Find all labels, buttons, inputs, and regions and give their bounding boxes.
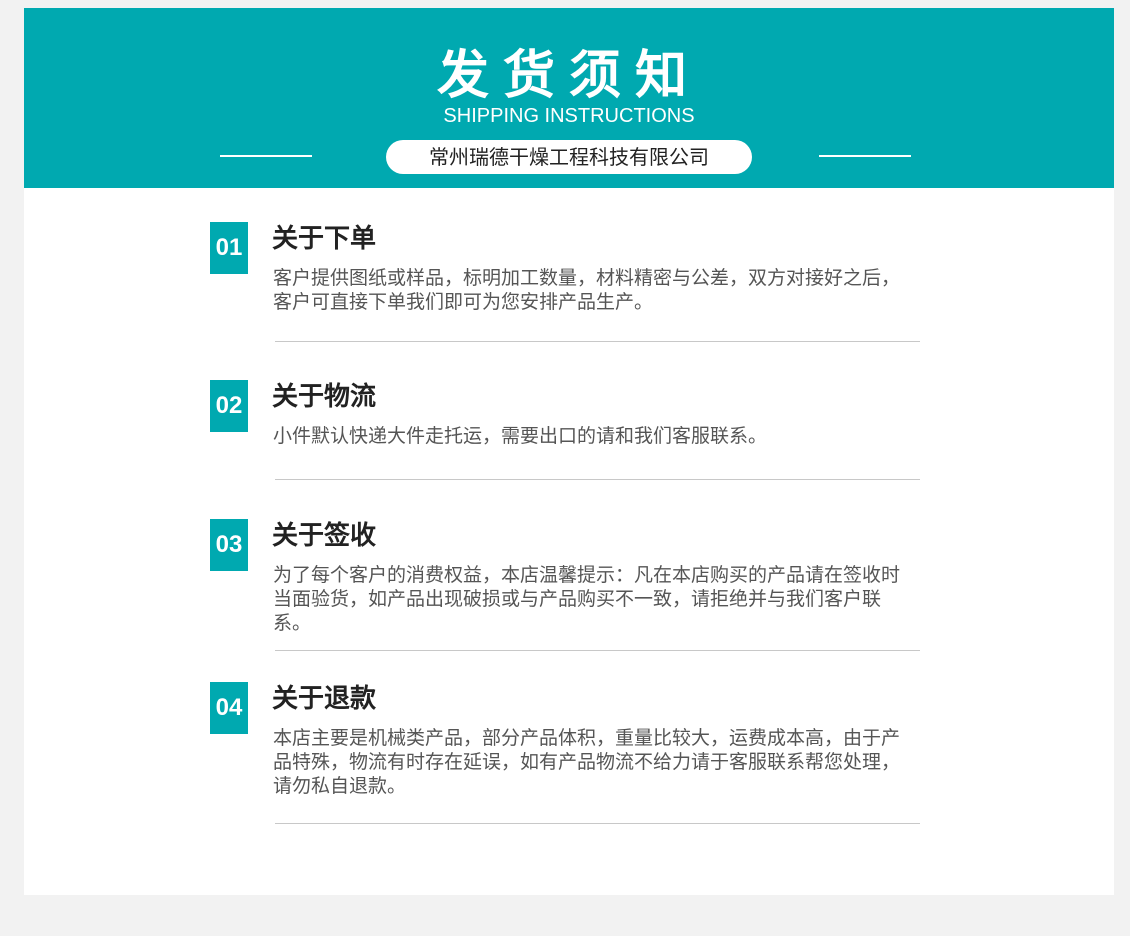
- section-body: 为了每个客户的消费权益，本店温馨提示：凡在本店购买的产品请在签收时当面验货，如产…: [273, 564, 901, 634]
- section-number-badge: 04: [210, 682, 248, 734]
- section-body: 客户提供图纸或样品，标明加工数量，材料精密与公差，双方对接好之后，客户可直接下单…: [273, 267, 901, 313]
- section-number-badge: 02: [210, 380, 248, 432]
- section-number-badge: 01: [210, 222, 248, 274]
- page-title: 发货须知: [436, 46, 701, 106]
- section-divider: [275, 341, 920, 342]
- section-divider: [275, 479, 920, 480]
- decorative-line-right: [819, 155, 911, 157]
- section-title: 关于下单: [272, 224, 377, 254]
- decorative-line-left: [220, 155, 312, 157]
- page-subtitle: SHIPPING INSTRUCTIONS: [443, 105, 695, 127]
- section-number-badge: 03: [210, 519, 248, 571]
- header-banner: 发货须知 SHIPPING INSTRUCTIONS 常州瑞德干燥工程科技有限公…: [24, 8, 1114, 188]
- section-body: 本店主要是机械类产品，部分产品体积，重量比较大，运费成本高，由于产品特殊，物流有…: [273, 727, 901, 797]
- section-title: 关于签收: [272, 521, 377, 551]
- section-body: 小件默认快递大件走托运，需要出口的请和我们客服联系。: [273, 425, 768, 447]
- shipping-notice-card: 发货须知 SHIPPING INSTRUCTIONS 常州瑞德干燥工程科技有限公…: [24, 8, 1114, 895]
- section-divider: [275, 650, 920, 651]
- section-title: 关于物流: [272, 382, 377, 412]
- company-name-badge: 常州瑞德干燥工程科技有限公司: [386, 140, 752, 174]
- section-divider: [275, 823, 920, 824]
- section-title: 关于退款: [272, 684, 377, 714]
